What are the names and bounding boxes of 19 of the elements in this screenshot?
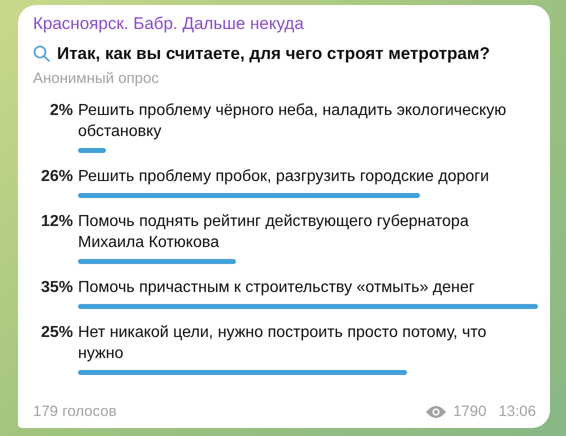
eye-icon [425, 404, 448, 418]
poll-question: Итак, как вы считаете, для чего строят метротрам? [57, 44, 490, 64]
result-bar [78, 148, 106, 153]
option-text: Нет никакой цели, нужно построить просто потому, что нужно [78, 323, 488, 364]
option-text: Помочь поднять рейтинг действующего губернатора Михаила Котюкова [78, 212, 470, 253]
option-text: Помочь причастным к строительству «отмыть» денег [78, 278, 476, 298]
view-count: 1790 [453, 403, 486, 420]
option-percent: 35% [40, 278, 73, 298]
channel-name[interactable]: Красноярск. Бабр. Дальше некуда [33, 14, 536, 34]
message-time: 13:06 [498, 403, 536, 420]
poll-type: Анонимный опрос [33, 70, 160, 88]
search-icon[interactable] [33, 45, 51, 63]
option-text: Решить проблему пробок, разгрузить городские дороги [78, 167, 490, 187]
option-percent: 25% [40, 323, 73, 343]
option-percent: 2% [48, 101, 73, 121]
vote-count: 179 голосов [33, 403, 117, 420]
option-percent: 12% [40, 212, 73, 232]
option-percent: 26% [40, 167, 73, 187]
option-text: Решить проблему чёрного неба, наладить экологическую обстановку [78, 101, 508, 142]
